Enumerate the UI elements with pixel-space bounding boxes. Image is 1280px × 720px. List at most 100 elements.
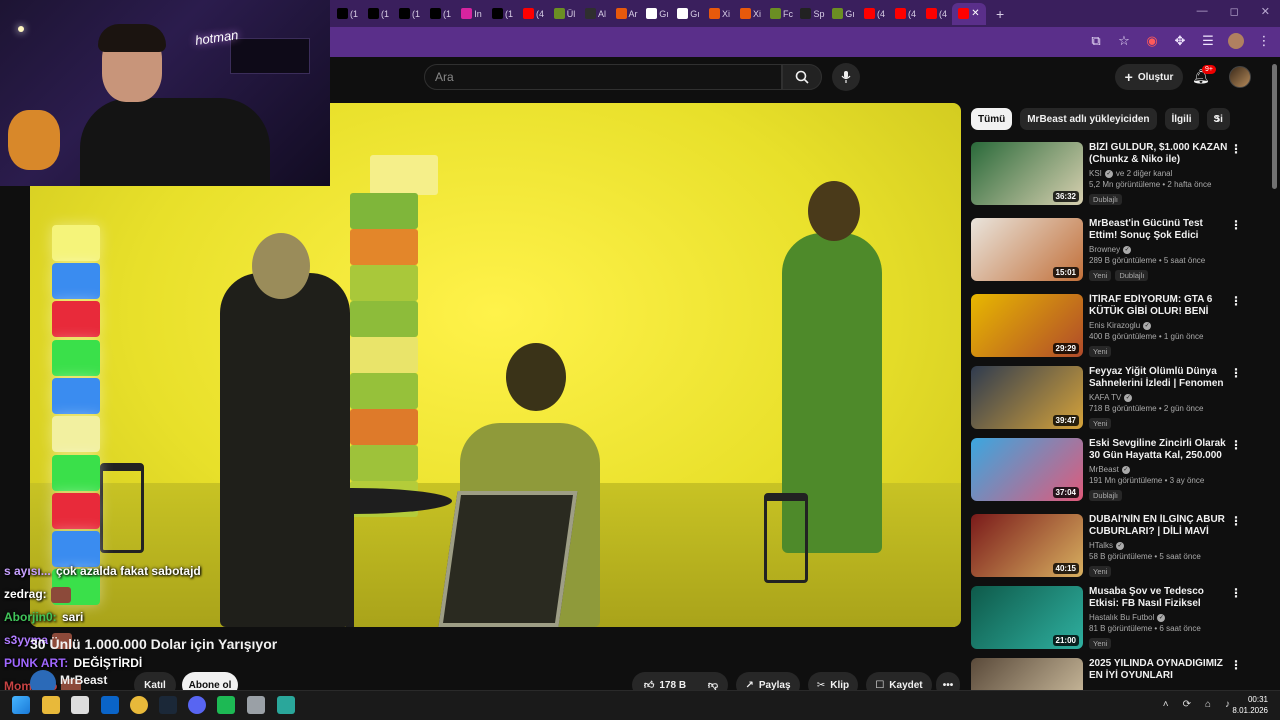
video-thumbnail[interactable] [971,658,1083,690]
browser-tab[interactable]: Gı [642,3,673,25]
video-title[interactable]: Feyyaz Yiğit Ölümlü Dünya Sahnelerini İz… [1089,366,1229,390]
recommended-video[interactable]: 21:00 Musaba Şov ve Tedesco Etkisi: FB Na… [971,586,1261,652]
chrome-icon[interactable] [130,696,148,714]
new-tab-button[interactable]: + [996,6,1004,22]
browser-tab[interactable]: Ül [549,3,580,25]
settings-icon[interactable] [247,696,265,714]
video-title[interactable]: DUBAİ'NİN EN İLGİNÇ ABUR CUBURLARI? | Dİ… [1089,514,1229,538]
browser-tab[interactable]: (1 [425,3,456,25]
network-icon[interactable]: ⌂ [1205,699,1211,710]
browser-tab[interactable]: (4 [921,3,952,25]
video-channel[interactable]: KAFA TV ✓ [1089,393,1229,402]
maximize-icon[interactable]: ◻ [1230,5,1239,18]
browser-tab[interactable]: Ar [611,3,642,25]
video-thumbnail[interactable]: 39:47 [971,366,1083,429]
browser-tab[interactable]: (1 [332,3,363,25]
bookmark-star-icon[interactable]: ☆ [1116,33,1132,49]
channel-name[interactable]: MrBeast [60,673,107,687]
browser-tab[interactable]: Gı [828,3,859,25]
video-channel[interactable]: Enis Kirazoglu ✓ [1089,321,1229,330]
video-title[interactable]: İTİRAF EDİYORUM: GTA 6 KÜTÜK GİBİ OLUR! … [1089,294,1229,318]
video-channel[interactable]: Hastalık Bu Futbol ✓ [1089,613,1229,622]
volume-icon[interactable]: ♪ [1225,699,1230,710]
video-channel[interactable]: HTalks ✓ [1089,541,1229,550]
search-button[interactable] [782,64,822,90]
video-thumbnail[interactable]: 15:01 [971,218,1083,281]
browser-tab[interactable]: (4 [859,3,890,25]
discord-icon[interactable] [188,696,206,714]
video-menu-icon[interactable]: ⋮ [1230,586,1242,600]
install-app-icon[interactable]: ⧉ [1088,33,1104,49]
filter-chip[interactable]: Tümü [971,108,1013,130]
outlook-icon[interactable] [101,696,119,714]
filter-chip[interactable]: İlgili [1164,108,1199,130]
video-thumbnail[interactable]: 29:29 [971,294,1083,357]
extensions-puzzle-icon[interactable]: ✥ [1172,33,1188,49]
video-thumbnail[interactable]: 40:15 [971,514,1083,577]
browser-menu-icon[interactable]: ⋮ [1256,33,1272,49]
filter-chip[interactable]: MrBeast adlı yükleyiciden [1020,108,1157,130]
browser-tab[interactable]: Al [580,3,611,25]
page-scrollbar[interactable] [1270,60,1278,690]
video-channel[interactable]: Browney ✓ [1089,245,1229,254]
steam-icon[interactable] [159,696,177,714]
active-browser-tab[interactable]: ✕ [952,2,986,25]
recommended-video[interactable]: 15:01 MrBeast'in Gücünü Test Ettim! Sonuç… [971,218,1261,284]
taskview-icon[interactable] [71,696,89,714]
windows-start-icon[interactable] [12,696,30,714]
browser-tab[interactable]: Xi [735,3,766,25]
video-thumbnail[interactable]: 36:32 [971,142,1083,205]
system-clock[interactable]: 00:31 8.01.2026 [1232,694,1268,716]
reading-list-icon[interactable]: ☰ [1200,33,1216,49]
browser-tab[interactable]: In [456,3,487,25]
browser-tab[interactable]: Sp [797,3,828,25]
browser-tab[interactable]: (4 [518,3,549,25]
video-channel[interactable]: MrBeast ✓ [1089,465,1229,474]
browser-tab[interactable]: (1 [363,3,394,25]
video-title[interactable]: Musaba Şov ve Tedesco Etkisi: FB Nasıl F… [1089,586,1229,610]
close-window-icon[interactable]: ✕ [1261,5,1270,18]
recommended-video[interactable]: 36:32 BİZİ GÜLDÜR, $1.000 KAZAN (Chunkz &… [971,142,1261,208]
profile-avatar-icon[interactable] [1228,33,1244,49]
video-menu-icon[interactable]: ⋮ [1230,294,1242,308]
create-button[interactable]: + Oluştur [1115,64,1183,90]
video-thumbnail[interactable]: 37:04 [971,438,1083,501]
browser-tab[interactable]: (4 [890,3,921,25]
video-title[interactable]: MrBeast'in Gücünü Test Ettim! Sonuç Şok … [1089,218,1229,242]
recommended-video[interactable]: 29:29 İTİRAF EDİYORUM: GTA 6 KÜTÜK GİBİ O… [971,294,1261,360]
chips-next-chevron-icon[interactable]: › [1215,110,1231,130]
recommended-video[interactable]: 40:15 DUBAİ'NİN EN İLGİNÇ ABUR CUBURLARI?… [971,514,1261,580]
video-title[interactable]: BİZİ GÜLDÜR, $1.000 KAZAN (Chunkz & Niko… [1089,142,1229,166]
spotify-icon[interactable] [217,696,235,714]
video-title[interactable]: Eski Sevgiline Zincirli Olarak 30 Gün Ha… [1089,438,1229,462]
video-menu-icon[interactable]: ⋮ [1230,366,1242,380]
recommended-video[interactable]: 2025 YILINDA OYNADIĞIMIZ EN İYİ OYUNLARI… [971,658,1261,690]
edge-icon[interactable] [277,696,295,714]
youtube-icon [894,8,906,19]
voice-search-button[interactable] [832,63,860,91]
browser-tab[interactable]: Fc [766,3,797,25]
video-menu-icon[interactable]: ⋮ [1230,142,1242,156]
search-input[interactable]: Ara [424,64,782,90]
browser-tab[interactable]: Gı [673,3,704,25]
video-title[interactable]: 2025 YILINDA OYNADIĞIMIZ EN İYİ OYUNLARI… [1089,658,1229,682]
video-channel[interactable]: KSI ✓ ve 2 diğer kanal [1089,169,1229,178]
close-tab-icon[interactable]: ✕ [971,8,979,19]
browser-tab[interactable]: Xi [704,3,735,25]
recommended-video[interactable]: 39:47 Feyyaz Yiğit Ölümlü Dünya Sahneleri… [971,366,1261,432]
user-avatar[interactable] [1229,66,1251,88]
extension-red-icon[interactable]: ◉ [1144,33,1160,49]
video-menu-icon[interactable]: ⋮ [1230,438,1242,452]
scrollbar-thumb[interactable] [1272,64,1277,189]
recommended-video[interactable]: 37:04 Eski Sevgiline Zincirli Olarak 30 G… [971,438,1261,504]
tray-app-icon[interactable]: ⟳ [1183,699,1191,710]
video-menu-icon[interactable]: ⋮ [1230,514,1242,528]
browser-tab[interactable]: (1 [394,3,425,25]
browser-tab[interactable]: (1 [487,3,518,25]
video-menu-icon[interactable]: ⋮ [1230,218,1242,232]
tray-chevron-icon[interactable]: ˄ [1163,699,1169,710]
minimize-icon[interactable]: — [1197,5,1208,18]
video-thumbnail[interactable]: 21:00 [971,586,1083,649]
file-explorer-icon[interactable] [42,696,60,714]
video-menu-icon[interactable]: ⋮ [1230,658,1242,672]
